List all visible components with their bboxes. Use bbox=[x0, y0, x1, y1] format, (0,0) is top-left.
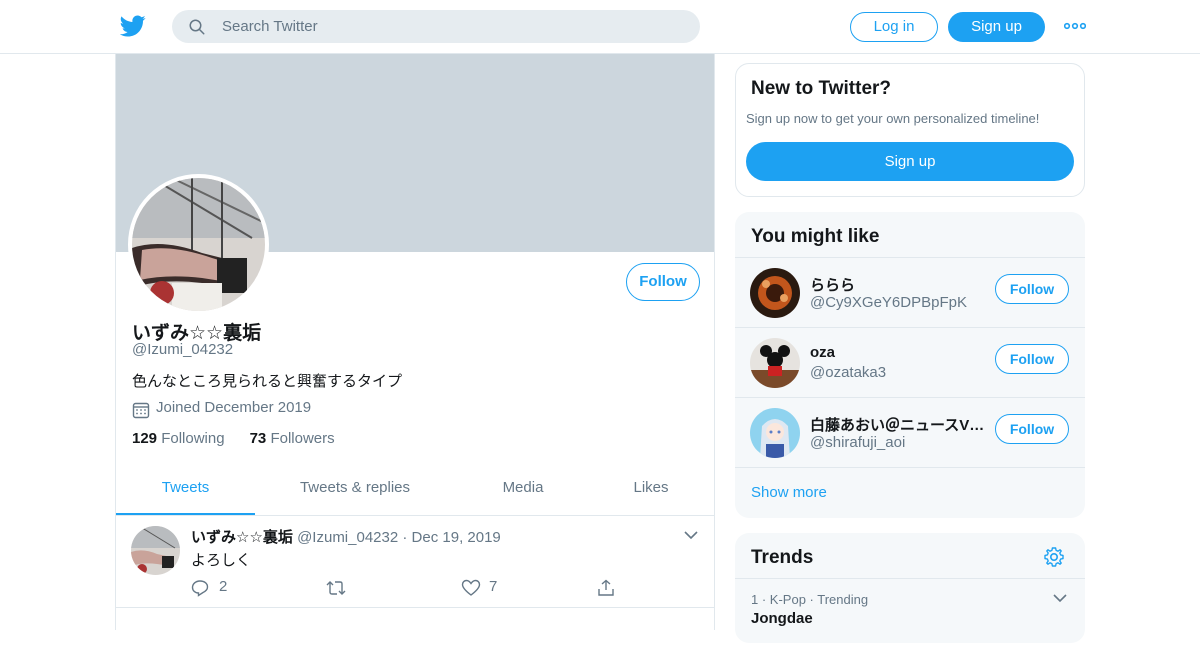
followers-link[interactable]: 73 Followers bbox=[250, 430, 335, 447]
heart-icon bbox=[461, 579, 481, 596]
gear-icon[interactable] bbox=[1043, 546, 1065, 568]
suggested-user[interactable]: ららら @Cy9XGeY6DPBpFpK Follow bbox=[735, 257, 1085, 327]
tweet-separator: · bbox=[402, 529, 408, 546]
new-to-twitter-subtitle: Sign up now to get your own personalized… bbox=[746, 111, 1040, 126]
tweet-text: よろしく bbox=[191, 552, 252, 569]
suggested-user[interactable]: 白藤あおい＠ニュースVTuber @shirafuji_aoi Follow bbox=[735, 397, 1085, 467]
suggested-user-name[interactable]: oza bbox=[810, 344, 986, 361]
chevron-down-icon[interactable] bbox=[1053, 593, 1067, 603]
joined-text: Joined December 2019 bbox=[156, 399, 312, 416]
sidebar-signup-button[interactable]: Sign up bbox=[746, 142, 1074, 181]
more-dots-icon[interactable] bbox=[1064, 19, 1086, 33]
profile-handle: @Izumi_04232 bbox=[132, 341, 234, 358]
tweet-avatar[interactable] bbox=[131, 526, 180, 575]
new-to-twitter-title: New to Twitter? bbox=[751, 78, 892, 99]
tweet-date[interactable]: Dec 19, 2019 bbox=[412, 529, 501, 546]
you-might-like-card: You might like ららら @Cy9XGeY6DPBpFpK Foll… bbox=[735, 212, 1085, 518]
suggested-user-avatar[interactable] bbox=[750, 338, 800, 388]
new-to-twitter-card: New to Twitter? Sign up now to get your … bbox=[735, 63, 1085, 197]
tab-tweets-replies[interactable]: Tweets & replies bbox=[275, 467, 435, 515]
tab-media[interactable]: Media bbox=[473, 467, 573, 515]
share-button[interactable] bbox=[597, 578, 627, 598]
following-link[interactable]: 129 Following bbox=[132, 430, 225, 447]
share-icon bbox=[598, 579, 614, 596]
suggested-user-avatar[interactable] bbox=[750, 268, 800, 318]
suggested-user-avatar[interactable] bbox=[750, 408, 800, 458]
search-input[interactable] bbox=[222, 10, 682, 43]
trend-name[interactable]: Jongdae bbox=[751, 610, 813, 627]
tab-likes[interactable]: Likes bbox=[601, 467, 701, 515]
trends-title: Trends bbox=[751, 547, 814, 568]
trend-item[interactable]: 1 · K-Pop · Trending Jongdae bbox=[735, 578, 1085, 648]
suggested-user-handle: @shirafuji_aoi bbox=[810, 434, 906, 451]
chevron-down-icon[interactable] bbox=[684, 530, 698, 540]
tweet-header: いずみ☆☆裏垢 @Izumi_04232 · Dec 19, 2019 bbox=[191, 526, 501, 547]
tweet-author-handle[interactable]: @Izumi_04232 bbox=[297, 529, 398, 546]
trend-meta: 1 · K-Pop · Trending bbox=[751, 592, 869, 607]
show-more-link[interactable]: Show more bbox=[751, 484, 827, 501]
suggested-follow-button[interactable]: Follow bbox=[995, 414, 1069, 444]
search-box[interactable] bbox=[172, 10, 700, 43]
login-button[interactable]: Log in bbox=[850, 12, 938, 42]
reply-button[interactable]: 2 bbox=[191, 578, 251, 598]
retweet-button[interactable] bbox=[325, 578, 385, 598]
tweet-item[interactable]: いずみ☆☆裏垢 @Izumi_04232 · Dec 19, 2019 よろしく… bbox=[116, 516, 714, 608]
twitter-bird-icon[interactable] bbox=[120, 13, 146, 39]
suggested-follow-button[interactable]: Follow bbox=[995, 344, 1069, 374]
suggested-user[interactable]: oza @ozataka3 Follow bbox=[735, 327, 1085, 397]
profile-column: Follow いずみ☆☆裏垢 @Izumi_04232 色んなところ見られると興… bbox=[115, 54, 715, 630]
tab-tweets[interactable]: Tweets bbox=[116, 467, 255, 515]
like-count: 7 bbox=[489, 578, 498, 595]
profile-stats: 129 Following 73 Followers bbox=[132, 430, 335, 447]
suggested-follow-button[interactable]: Follow bbox=[995, 274, 1069, 304]
suggested-user-handle: @Cy9XGeY6DPBpFpK bbox=[810, 294, 967, 311]
reply-icon bbox=[191, 580, 209, 597]
you-might-like-title: You might like bbox=[751, 226, 880, 247]
signup-button[interactable]: Sign up bbox=[948, 12, 1045, 42]
profile-avatar[interactable] bbox=[128, 174, 269, 315]
trends-card: Trends 1 · K-Pop · Trending Jongdae bbox=[735, 533, 1085, 643]
like-button[interactable]: 7 bbox=[461, 578, 521, 598]
suggested-user-name[interactable]: ららら bbox=[810, 274, 986, 295]
reply-count: 2 bbox=[219, 578, 228, 595]
profile-bio: 色んなところ見られると興奮するタイプ bbox=[132, 373, 403, 390]
top-navigation-bar: Log in Sign up bbox=[0, 0, 1200, 54]
suggested-user-name[interactable]: 白藤あおい＠ニュースVTuber bbox=[810, 414, 986, 435]
retweet-icon bbox=[326, 581, 346, 595]
tweet-author-name[interactable]: いずみ☆☆裏垢 bbox=[191, 529, 293, 546]
search-icon bbox=[189, 19, 205, 35]
profile-tabs: Tweets Tweets & replies Media Likes bbox=[116, 467, 714, 516]
tweet-actions: 2 7 bbox=[191, 578, 631, 598]
follow-button[interactable]: Follow bbox=[626, 263, 700, 301]
suggested-user-handle: @ozataka3 bbox=[810, 364, 887, 381]
calendar-icon bbox=[132, 402, 150, 419]
